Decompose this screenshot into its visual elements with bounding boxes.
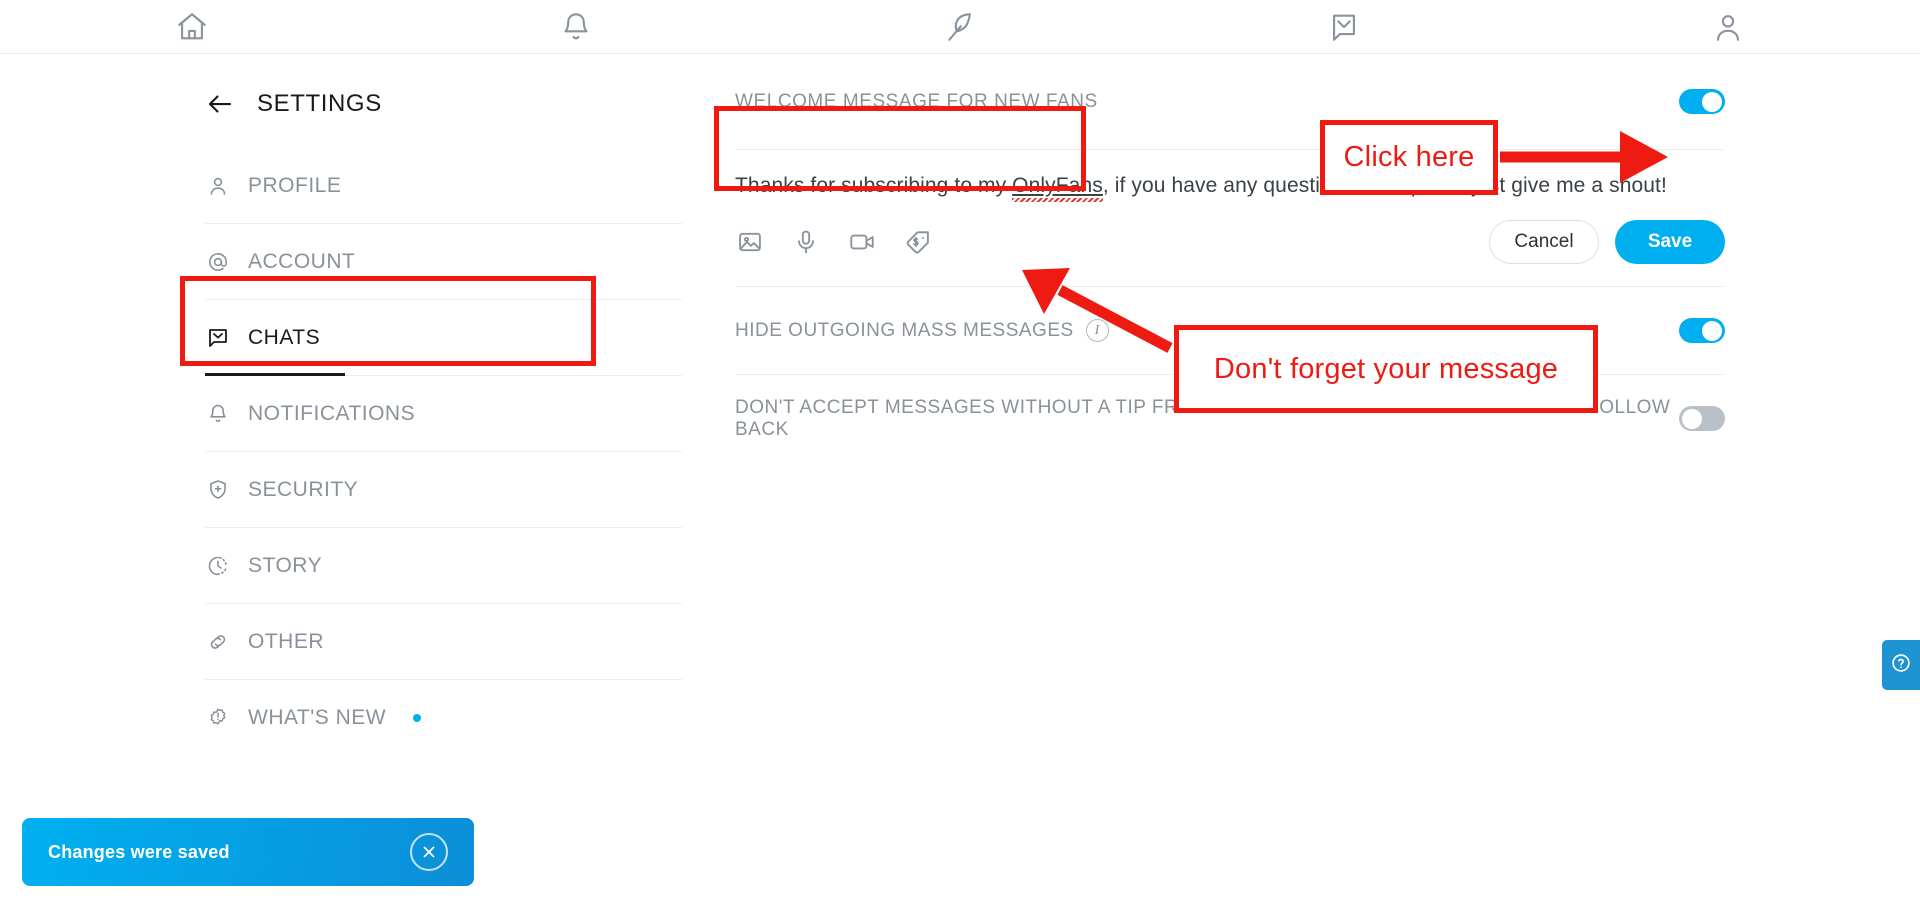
whats-new-badge-dot bbox=[413, 714, 422, 722]
page-title: SETTINGS bbox=[257, 90, 382, 117]
app-root: SETTINGS PROFILE ACCOUNT CHATS NOTIFICAT… bbox=[0, 0, 1920, 911]
link-icon bbox=[205, 629, 231, 655]
bell-icon bbox=[559, 10, 593, 44]
info-icon[interactable]: i bbox=[1085, 319, 1109, 343]
editor-action-buttons: Cancel Save bbox=[1489, 220, 1725, 265]
settings-header: SETTINGS bbox=[205, 78, 690, 130]
sidebar-item-security[interactable]: SECURITY bbox=[205, 452, 682, 528]
clock-icon bbox=[205, 553, 231, 579]
alert-badge-icon bbox=[205, 705, 231, 731]
annotation-box-welcome-label bbox=[714, 106, 1086, 191]
close-icon[interactable] bbox=[410, 833, 448, 871]
toast-message: Changes were saved bbox=[48, 841, 230, 862]
settings-sidebar: SETTINGS PROFILE ACCOUNT CHATS NOTIFICAT… bbox=[0, 54, 690, 911]
annotation-label-click-here: Click here bbox=[1320, 120, 1498, 195]
person-icon bbox=[205, 173, 231, 199]
annotation-box-chats-menu bbox=[180, 276, 596, 366]
price-tag-icon[interactable] bbox=[903, 227, 933, 257]
sidebar-item-label: ACCOUNT bbox=[248, 249, 356, 273]
annotation-label-dont-forget-message: Don't forget your message bbox=[1174, 325, 1598, 413]
save-button[interactable]: Save bbox=[1615, 220, 1725, 265]
sidebar-item-notifications[interactable]: NOTIFICATIONS bbox=[205, 376, 682, 452]
user-icon bbox=[1711, 10, 1745, 44]
sidebar-item-label: OTHER bbox=[248, 629, 324, 653]
sidebar-item-label: PROFILE bbox=[248, 173, 342, 197]
shield-plus-icon bbox=[205, 477, 231, 503]
toggle-knob bbox=[1702, 320, 1722, 341]
envelope-icon bbox=[1327, 10, 1361, 44]
toggle-knob bbox=[1682, 408, 1702, 429]
top-navigation-bar bbox=[0, 0, 1920, 54]
message-attachment-tools bbox=[735, 227, 933, 257]
question-mark-icon bbox=[1890, 652, 1912, 679]
message-toolbar: Cancel Save bbox=[735, 218, 1725, 266]
sidebar-item-label: STORY bbox=[248, 553, 323, 577]
back-arrow-icon[interactable] bbox=[205, 89, 235, 119]
microphone-icon[interactable] bbox=[791, 227, 821, 257]
sidebar-item-whats-new[interactable]: WHAT'S NEW bbox=[205, 680, 682, 756]
cancel-button[interactable]: Cancel bbox=[1489, 220, 1599, 265]
at-sign-icon bbox=[205, 249, 231, 275]
nav-notifications-button[interactable] bbox=[384, 0, 768, 54]
sidebar-item-story[interactable]: STORY bbox=[205, 528, 682, 604]
nav-messages-button[interactable] bbox=[1152, 0, 1536, 54]
video-camera-icon[interactable] bbox=[847, 227, 877, 257]
hide-outgoing-mass-messages-label: HIDE OUTGOING MASS MESSAGES i bbox=[735, 319, 1109, 343]
image-icon[interactable] bbox=[735, 227, 765, 257]
sidebar-item-label: NOTIFICATIONS bbox=[248, 401, 416, 425]
annotation-text: Click here bbox=[1343, 141, 1475, 173]
require-tip-from-free-followers-toggle[interactable] bbox=[1679, 406, 1725, 432]
status-toast: Changes were saved bbox=[22, 818, 474, 886]
sidebar-item-label: WHAT'S NEW bbox=[248, 706, 387, 729]
welcome-message-toggle[interactable] bbox=[1679, 89, 1725, 114]
annotation-text: Don't forget your message bbox=[1213, 352, 1559, 385]
sidebar-item-profile[interactable]: PROFILE bbox=[205, 148, 682, 224]
nav-home-button[interactable] bbox=[0, 0, 384, 54]
sidebar-item-other[interactable]: OTHER bbox=[205, 604, 682, 680]
toggle-knob bbox=[1702, 91, 1722, 112]
row-label-text: HIDE OUTGOING MASS MESSAGES bbox=[735, 319, 1074, 341]
home-icon bbox=[175, 10, 209, 44]
settings-nav-list: PROFILE ACCOUNT CHATS NOTIFICATIONS SECU… bbox=[205, 148, 682, 756]
hide-outgoing-mass-messages-toggle[interactable] bbox=[1679, 318, 1725, 344]
sidebar-item-label: SECURITY bbox=[248, 477, 359, 501]
bell-icon bbox=[205, 401, 231, 427]
quill-icon bbox=[943, 10, 977, 44]
nav-profile-button[interactable] bbox=[1536, 0, 1920, 54]
help-button[interactable] bbox=[1882, 640, 1920, 690]
nav-new-post-button[interactable] bbox=[768, 0, 1152, 54]
